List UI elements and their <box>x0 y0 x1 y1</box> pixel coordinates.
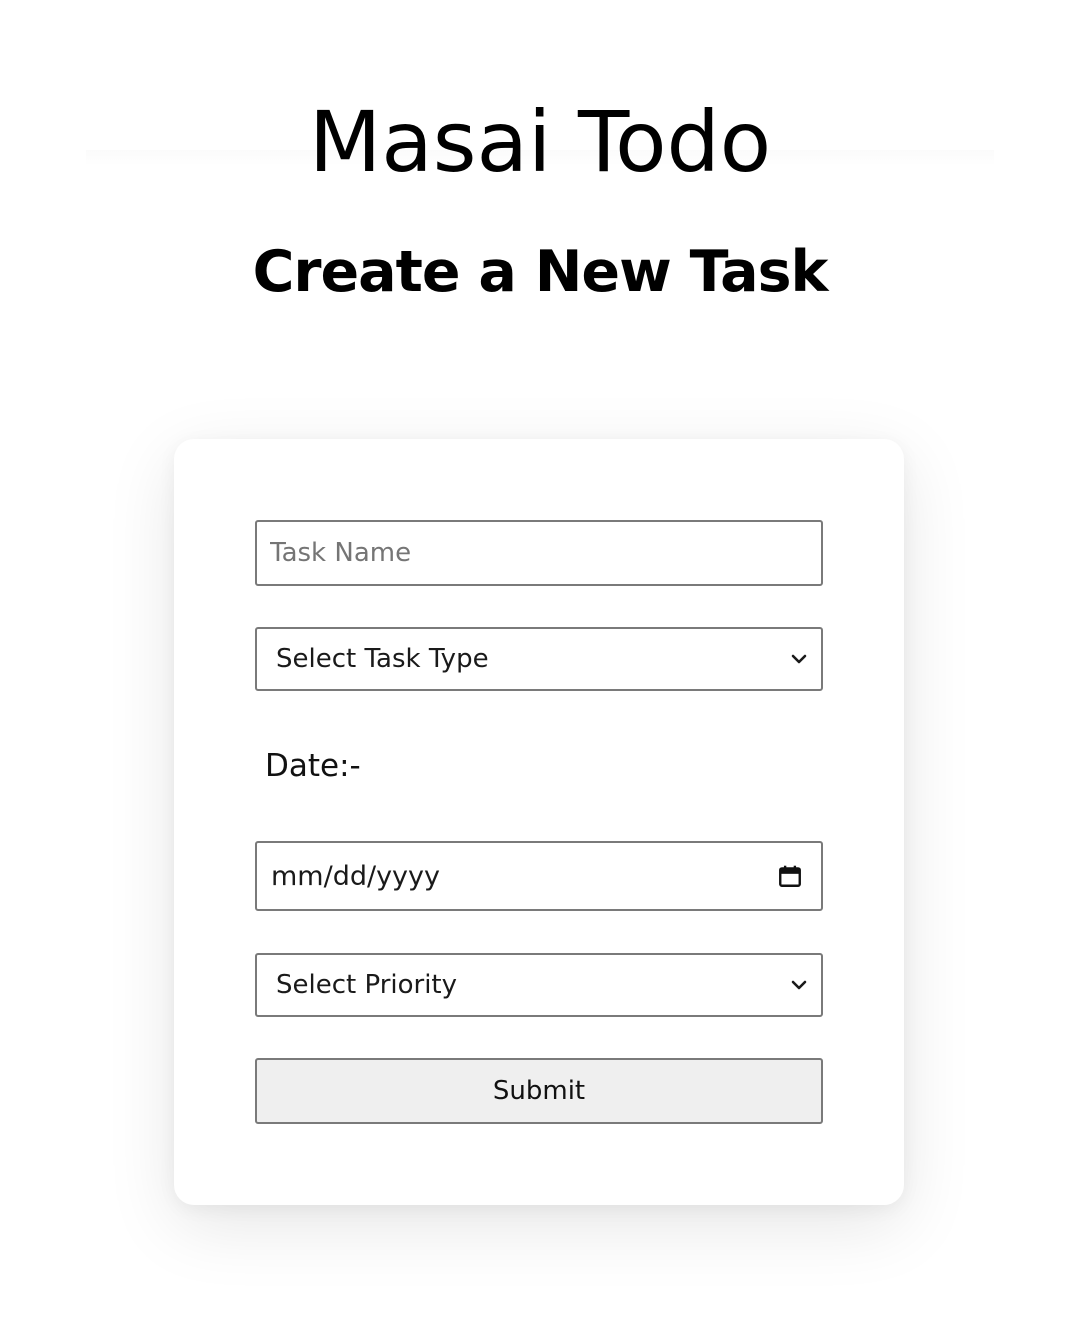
task-type-selected-value: Select Task Type <box>276 644 489 674</box>
task-type-select[interactable]: Select Task Type <box>255 627 823 691</box>
form-heading: Create a New Task <box>252 239 829 305</box>
date-input-value: mm/dd/yyyy <box>271 860 440 892</box>
priority-select[interactable]: Select Priority <box>255 953 823 1017</box>
date-input[interactable]: mm/dd/yyyy <box>255 841 823 911</box>
priority-selected-value: Select Priority <box>276 970 458 1000</box>
page: Masai Todo Create a New Task Select Task… <box>0 0 1080 1329</box>
app-title: Masai Todo <box>308 93 772 191</box>
calendar-icon[interactable] <box>777 863 803 889</box>
task-name-input[interactable] <box>270 522 821 584</box>
chevron-down-icon <box>787 647 811 671</box>
date-label: Date:- <box>265 748 361 784</box>
chevron-down-icon <box>787 973 811 997</box>
submit-button[interactable]: Submit <box>255 1058 823 1124</box>
task-form-card: Select Task Type Date:- mm/dd/yyyy Selec… <box>174 439 904 1205</box>
task-name-field[interactable] <box>255 520 823 586</box>
